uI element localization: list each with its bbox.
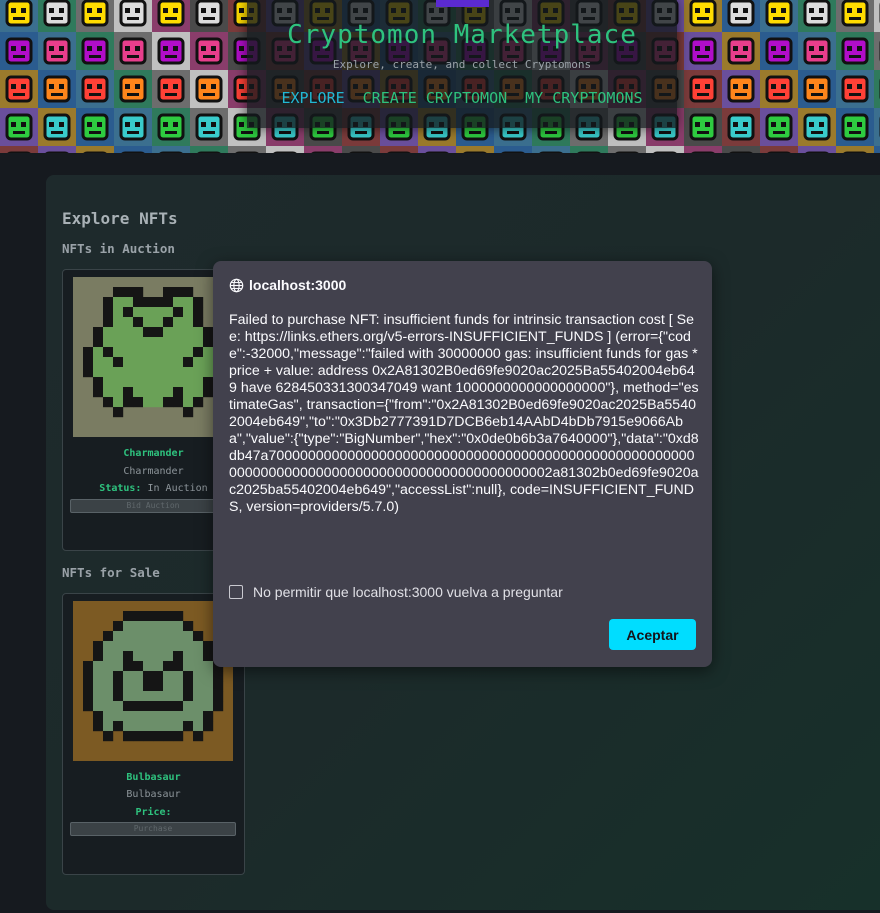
globe-icon (229, 278, 244, 292)
accept-button[interactable]: Aceptar (609, 619, 696, 650)
checkbox-label: No permitir que localhost:3000 vuelva a … (253, 584, 563, 600)
dont-ask-again-checkbox[interactable]: No permitir que localhost:3000 vuelva a … (229, 584, 563, 600)
dialog-header: localhost:3000 (229, 277, 346, 293)
dialog-origin: localhost:3000 (249, 277, 347, 293)
alert-dialog: localhost:3000 Failed to purchase NFT: i… (213, 261, 712, 667)
checkbox-box[interactable] (229, 585, 243, 599)
dialog-message: Failed to purchase NFT: insufficient fun… (229, 312, 699, 515)
